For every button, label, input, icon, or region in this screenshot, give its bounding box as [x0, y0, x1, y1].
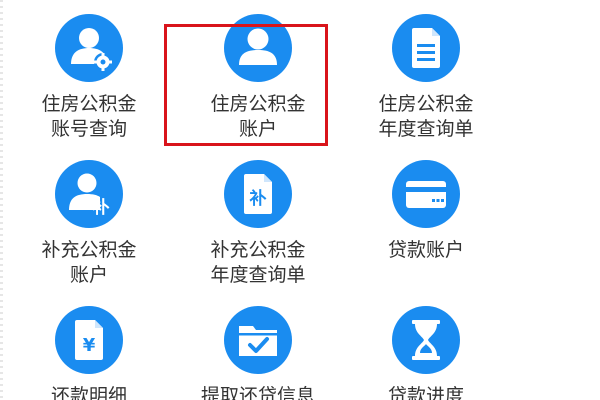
- svg-text:补: 补: [249, 188, 267, 209]
- user-supplement-icon: 补: [55, 160, 123, 228]
- tile-label: 贷款账户: [387, 239, 464, 261]
- tile-housing-fund-annual-statement[interactable]: 住房公积金 年度查询单: [341, 14, 511, 142]
- tile-label: 住房公积金 账户: [210, 93, 306, 140]
- svg-text:补: 补: [92, 197, 110, 218]
- tile-supplementary-fund-annual-statement[interactable]: 补 补充公积金 年度查询单: [173, 160, 343, 288]
- document-icon: [392, 14, 460, 82]
- user-gear-icon: [55, 14, 123, 82]
- service-grid-page: 住房公积金 账号查询 住房公积金 账户 住房公积金 年度查询单 补 补充公积金 …: [0, 0, 600, 400]
- tile-label: 住房公积金 账号查询: [41, 93, 137, 140]
- tile-housing-fund-account-number-query[interactable]: 住房公积金 账号查询: [4, 14, 174, 142]
- left-border: [0, 0, 3, 400]
- tile-supplementary-fund-account[interactable]: 补 补充公积金 账户: [4, 160, 174, 288]
- tile-label: 补充公积金 账户: [41, 239, 137, 286]
- yen-document-icon: ¥: [55, 306, 123, 374]
- tile-label: 贷款进度: [387, 385, 464, 400]
- svg-text:¥: ¥: [83, 335, 96, 356]
- card-icon: [392, 160, 460, 228]
- tile-label: 提取还贷信息: [200, 385, 315, 400]
- supplement-document-icon: 补: [224, 160, 292, 228]
- user-icon: [224, 14, 292, 82]
- tile-withdrawal-repayment-info[interactable]: 提取还贷信息: [173, 306, 343, 400]
- tile-loan-progress[interactable]: 贷款进度: [341, 306, 511, 400]
- folder-check-icon: [224, 306, 292, 374]
- tile-label: 还款明细: [50, 385, 127, 400]
- tile-repayment-details[interactable]: ¥ 还款明细: [4, 306, 174, 400]
- hourglass-icon: [392, 306, 460, 374]
- tile-loan-account[interactable]: 贷款账户: [341, 160, 511, 263]
- tile-label: 补充公积金 年度查询单: [210, 239, 306, 286]
- tile-label: 住房公积金 年度查询单: [378, 93, 474, 140]
- tile-housing-fund-account[interactable]: 住房公积金 账户: [173, 14, 343, 142]
